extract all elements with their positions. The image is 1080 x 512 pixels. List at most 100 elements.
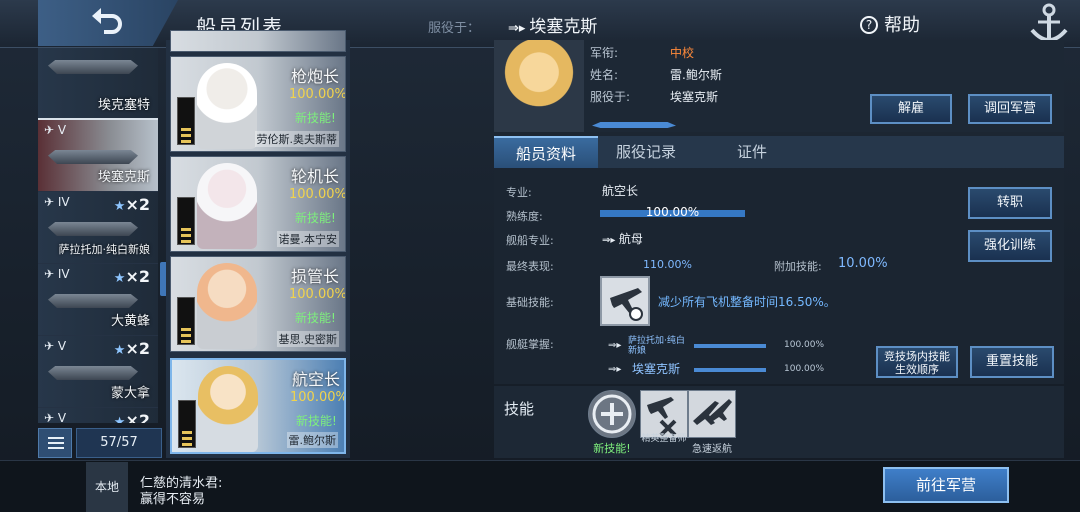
add-skill-slot[interactable]: [588, 390, 636, 438]
help-label: 帮助: [884, 15, 920, 36]
skill-caption: 急速返航: [692, 444, 732, 455]
goto-barracks-button[interactable]: 前往军营: [883, 467, 1009, 503]
tab-bar: 船员资料 服役记录 证件: [494, 136, 1064, 168]
mastery-percent: 100.00%: [784, 340, 825, 350]
mastery-label: 舰艇掌握:: [506, 338, 554, 351]
rank-insignia-icon: [177, 197, 195, 245]
new-skill-badge: 新技能!: [295, 211, 336, 225]
ship-silhouette-icon: [592, 122, 676, 128]
ship-name: 埃塞克斯: [97, 170, 150, 185]
mastery-bar: [694, 344, 766, 348]
chat-local-tab[interactable]: 本地: [86, 462, 128, 512]
tab-profile[interactable]: 船员资料: [494, 136, 598, 168]
training-button[interactable]: 强化训练: [968, 230, 1052, 262]
ship-hull-icon: [48, 222, 138, 236]
list-menu-button[interactable]: [38, 428, 72, 458]
ship-tier: ✈ IV: [44, 267, 70, 281]
ship-multiplier: ★×2: [113, 339, 150, 358]
crew-card[interactable]: 损管长 100.00% 新技能! 基思.史密斯: [170, 256, 346, 352]
crew-role: 轮机长: [291, 167, 340, 186]
ship-name: 萨拉托加·纯白新娘: [58, 243, 151, 256]
ship-list-item[interactable]: ✈ IV ★×2 萨拉托加·纯白新娘: [38, 192, 158, 264]
crew-name: 雷.鲍尔斯: [286, 432, 338, 448]
rank-value: 中校: [670, 46, 695, 60]
ship-tier: ✈ V: [44, 339, 67, 353]
ship-class-arrow-icon: ⇒▸: [602, 235, 619, 246]
crew-percent: 100.00%: [289, 87, 346, 102]
ship-tier: ✈ IV: [44, 195, 70, 209]
specialty-value: 航空长: [602, 184, 639, 198]
skill-slot[interactable]: [688, 390, 736, 438]
ship-list-item[interactable]: ✈ V ★×2 蒙大拿: [38, 336, 158, 408]
tab-service-record[interactable]: 服役记录: [594, 136, 698, 168]
ship-class-arrow-icon: ⇒▸: [608, 364, 622, 375]
ship-hull-icon: [48, 294, 138, 308]
final-performance-label: 最终表现:: [506, 260, 554, 273]
chat-message: 赢得不容易: [140, 492, 206, 507]
extra-skill-value: 10.00%: [838, 256, 888, 271]
airplane-icon: [610, 288, 643, 321]
base-skill-description: 减少所有飞机整备时间16.50%。: [658, 295, 836, 309]
crew-card[interactable]: 航空长 100.00% 新技能! 雷.鲍尔斯: [170, 358, 346, 454]
ship-tier: ✈ V: [44, 123, 67, 137]
reset-skill-button[interactable]: 重置技能: [970, 346, 1054, 378]
ship-list-item[interactable]: 埃克塞特: [38, 48, 158, 120]
extra-skill-label: 附加技能:: [774, 260, 822, 273]
crew-card[interactable]: 轮机长 100.00% 新技能! 诺曼.本宁安: [170, 156, 346, 252]
crew-role: 损管长: [291, 267, 340, 286]
dismiss-button[interactable]: 解雇: [870, 94, 952, 124]
ship-tier: ✈ V: [44, 411, 67, 423]
ship-class-arrow-icon: ⇒▸: [608, 340, 622, 351]
transfer-button[interactable]: 转职: [968, 187, 1052, 219]
ship-hull-icon: [48, 60, 138, 74]
ship-list-item[interactable]: ✈ V 埃塞克斯: [38, 118, 158, 194]
base-skill-label: 基础技能:: [506, 296, 554, 309]
mastery-ship-name: 埃塞克斯: [632, 362, 681, 376]
crew-percent: 100.00%: [289, 287, 346, 302]
skills-panel: [494, 386, 1064, 458]
tab-certificate[interactable]: 证件: [700, 136, 804, 168]
name-label: 姓名:: [590, 68, 619, 82]
new-skill-caption: 新技能!: [593, 442, 631, 455]
back-arrow-icon: [92, 8, 122, 34]
plane-skill-icon[interactable]: [600, 276, 650, 326]
new-skill-badge: 新技能!: [295, 111, 336, 125]
crew-percent: 100.00%: [289, 187, 346, 202]
ship-multiplier: ★×2: [113, 267, 150, 286]
plane-maintenance-icon: [647, 397, 677, 437]
proficiency-label: 熟练度:: [506, 210, 543, 223]
ship-list-item[interactable]: ✈ V ★×2: [38, 408, 158, 423]
mastery-ship-name: 萨拉托加·纯白新娘: [628, 336, 685, 356]
serve-ship: ⇒▸ 埃塞克斯: [508, 12, 597, 37]
crew-role: 航空长: [292, 370, 341, 389]
question-icon: ?: [860, 16, 878, 34]
ship-hull-icon: [48, 366, 138, 380]
crew-card[interactable]: [170, 30, 346, 52]
arena-skill-order-button[interactable]: 竞技场内技能生效顺序: [876, 346, 958, 378]
ship-hull-icon: [48, 150, 138, 164]
list-icon: [48, 437, 64, 439]
specialty-label: 专业:: [506, 186, 532, 199]
crew-card[interactable]: 枪炮长 100.00% 新技能! 劳伦斯.奥夫斯蒂: [170, 56, 346, 152]
crew-portrait-large: [494, 40, 584, 132]
ship-name: 埃克塞特: [97, 98, 150, 113]
crew-percent: 100.00%: [290, 390, 346, 405]
mastery-bar: [694, 368, 766, 372]
new-skill-badge: 新技能!: [296, 414, 337, 428]
skill-slot[interactable]: [640, 390, 688, 438]
help-button[interactable]: ? 帮助: [860, 11, 920, 37]
rank-label: 军衔:: [590, 46, 619, 60]
ship-list-item[interactable]: ✈ IV ★×2 大黄蜂: [38, 264, 158, 336]
ship-name: 蒙大拿: [110, 386, 150, 401]
recall-button[interactable]: 调回军营: [968, 94, 1052, 124]
final-performance-value: 110.00%: [643, 258, 692, 271]
crew-role: 枪炮长: [291, 67, 340, 86]
ship-specialty-label: 舰船专业:: [506, 234, 554, 247]
rank-insignia-icon: [177, 97, 195, 145]
rank-insignia-icon: [177, 297, 195, 345]
ship-list[interactable]: 埃克塞特 ✈ V 埃塞克斯 ✈ IV ★×2 萨拉托加·纯白新娘 ✈ IV ★×…: [38, 48, 158, 423]
name-value: 雷.鲍尔斯: [670, 68, 722, 82]
serve-label-detail: 服役于:: [590, 90, 631, 104]
crew-portrait: [197, 163, 257, 249]
mastery-percent: 100.00%: [784, 364, 825, 374]
